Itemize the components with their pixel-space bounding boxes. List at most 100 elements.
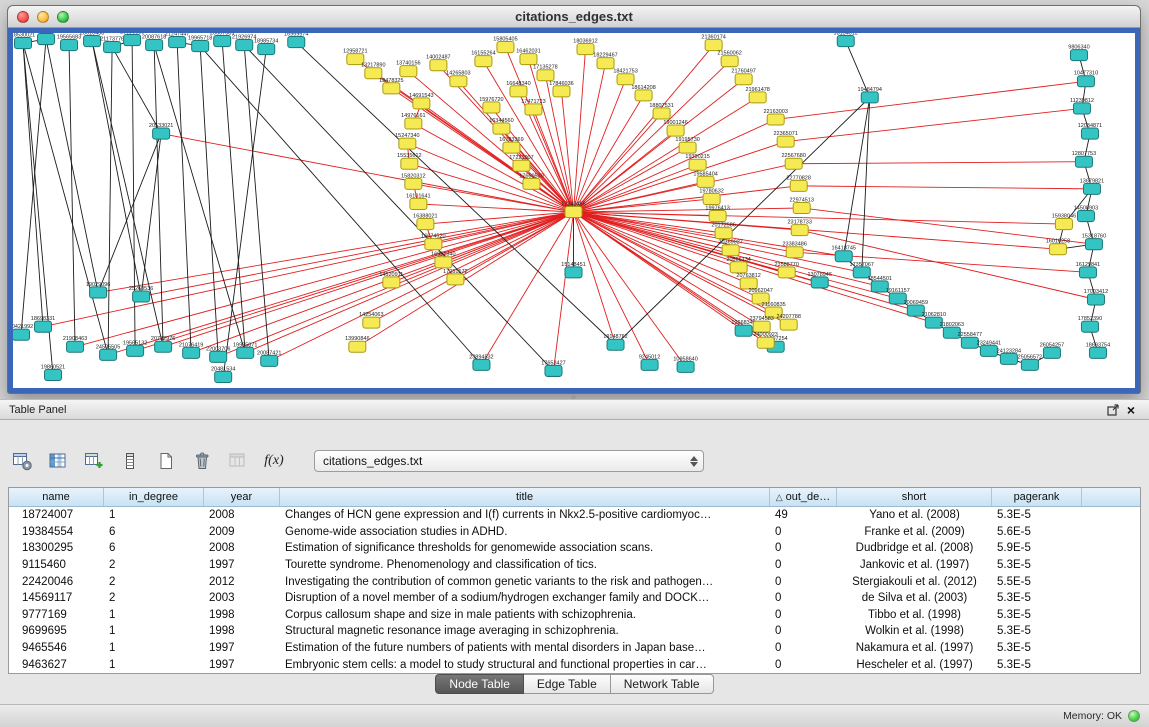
graph-node[interactable]: 21760497 (731, 69, 755, 85)
graph-node[interactable]: 17221007 (509, 155, 533, 171)
network-canvas[interactable]: 1853002120736925195656832061043821173776… (13, 33, 1135, 388)
graph-node[interactable]: 24207788 (776, 314, 800, 330)
graph-node[interactable]: 11239812 (1070, 98, 1094, 114)
graph-node[interactable]: 20087618 (142, 35, 166, 51)
graph-node[interactable]: 19780632 (699, 188, 723, 204)
graph-node[interactable]: 20369027 (718, 240, 742, 256)
window-titlebar[interactable]: citations_edges.txt (8, 6, 1140, 28)
graph-node[interactable]: 16388021 (413, 214, 437, 230)
graph-node[interactable]: 21076419 (179, 342, 203, 358)
graph-node[interactable]: 13078946 (808, 272, 832, 288)
graph-node[interactable]: 18985734 (254, 39, 278, 55)
delete-button[interactable] (190, 450, 214, 472)
graph-node[interactable]: 16344560 (489, 118, 513, 134)
graph-node[interactable]: 26054257 (1040, 342, 1064, 358)
graph-node[interactable]: 15820312 (401, 173, 425, 189)
table-selector-combo[interactable]: citations_edges.txt (314, 450, 704, 472)
graph-node[interactable]: 25260536 (129, 286, 153, 302)
graph-node[interactable]: 9806340 (1068, 45, 1089, 61)
graph-node[interactable]: 19148762 (603, 334, 627, 350)
column-header-year[interactable]: year (204, 488, 280, 506)
graph-node[interactable]: 24000923 (753, 332, 777, 348)
graph-node[interactable]: 16016258 (1046, 239, 1070, 255)
table-row[interactable]: 1830029562008Estimation of significance … (9, 540, 1140, 557)
graph-node[interactable]: 21173776 (100, 37, 124, 53)
graph-node[interactable]: 23383486 (782, 242, 806, 258)
graph-node[interactable]: 20566134 (726, 257, 750, 273)
graph-node[interactable]: 21908463 (63, 336, 87, 352)
graph-node[interactable]: 19484794 (858, 87, 882, 103)
close-panel-button[interactable]: × (1122, 402, 1140, 418)
graph-node[interactable]: 15805405 (493, 37, 517, 53)
graph-node[interactable]: 20732976 (151, 336, 175, 352)
table-row[interactable]: 1872400712008Changes of HCN gene express… (9, 507, 1140, 524)
graph-node[interactable]: 16959574 (284, 33, 308, 48)
row-height-button[interactable] (118, 450, 142, 472)
graph-node[interactable]: 18421753 (613, 69, 637, 85)
column-header-name[interactable]: name (9, 488, 104, 506)
graph-node[interactable]: 19029096 (86, 282, 110, 298)
graph-node[interactable]: 17251572 (443, 269, 467, 285)
graph-node[interactable]: 16101641 (406, 193, 430, 209)
graph-node[interactable]: 15247340 (395, 133, 419, 149)
new-column-button[interactable] (82, 450, 106, 472)
graph-node[interactable]: 19390215 (685, 154, 709, 170)
graph-node[interactable]: 14976161 (401, 113, 425, 129)
zoom-button[interactable] (57, 11, 69, 23)
graph-node[interactable]: 23588770 (774, 262, 798, 278)
graph-node[interactable]: 17135278 (533, 65, 557, 81)
graph-node[interactable]: 18693754 (1086, 342, 1110, 358)
graph-node[interactable]: 23794583 (749, 316, 773, 332)
graph-node[interactable]: 17846036 (549, 81, 573, 97)
table-row[interactable]: 946554611997Estimation of the future num… (9, 640, 1140, 657)
graph-node[interactable]: 19965871 (233, 342, 257, 358)
graph-node[interactable]: 13478325 (379, 78, 403, 94)
graph-node[interactable]: 22365071 (773, 131, 797, 147)
graph-node[interactable]: 25056572 (1018, 354, 1042, 370)
graph-node[interactable]: 13679821 (1080, 178, 1104, 194)
graph-node[interactable]: 16462031 (516, 49, 540, 65)
graph-node[interactable]: 19860521 (41, 364, 65, 380)
graph-node[interactable]: 16783369 (499, 137, 523, 153)
close-button[interactable] (17, 11, 29, 23)
graph-node[interactable]: 23178733 (787, 220, 811, 236)
graph-node[interactable]: 22974513 (789, 197, 813, 213)
table-row[interactable]: 911546021997Tourette syndrome. Phenomeno… (9, 557, 1140, 574)
graph-node[interactable]: 19565683 (57, 35, 81, 51)
graph-node[interactable]: 22567680 (781, 153, 805, 169)
tab-edge-table[interactable]: Edge Table (524, 674, 611, 694)
column-header-out_de[interactable]: △out_de… (770, 488, 837, 506)
graph-node[interactable]: 16129841 (1076, 262, 1100, 278)
graph-node[interactable]: 14508903 (1074, 205, 1098, 221)
graph-node[interactable]: 17852390 (1078, 316, 1102, 332)
graph-node[interactable]: 18807531 (649, 103, 673, 119)
show-columns-button[interactable] (46, 450, 70, 472)
graph-node[interactable]: 19585404 (693, 171, 717, 187)
graph-node[interactable]: 20736925 (34, 33, 58, 45)
graph-node[interactable]: 20667089 (210, 33, 234, 47)
graph-node[interactable]: 15938046 (1052, 214, 1076, 230)
graph-node[interactable]: 17471723 (521, 99, 545, 115)
graph-node[interactable]: 15148451 (561, 262, 585, 278)
graph-node[interactable]: 14002487 (426, 55, 450, 71)
table-row[interactable]: 969969511998Structural magnetic resonanc… (9, 623, 1140, 640)
graph-node[interactable]: 15535612 (397, 153, 421, 169)
graph-node[interactable]: 19001246 (663, 120, 687, 136)
graph-node[interactable]: 13740156 (396, 61, 420, 77)
graph-node[interactable]: 21360174 (701, 35, 725, 51)
table-row[interactable]: 946362711997Embryonic stem cells: a mode… (9, 656, 1140, 673)
graph-node[interactable]: 20763812 (736, 273, 760, 289)
graph-node[interactable]: 16674520 (421, 234, 445, 250)
graph-node[interactable]: 21926974 (232, 35, 256, 51)
import-table-button[interactable] (226, 450, 250, 472)
graph-node[interactable]: 16648340 (506, 81, 530, 97)
graph-node[interactable]: 19565132 (123, 340, 147, 356)
table-row[interactable]: 1938455462009Genome-wide association stu… (9, 524, 1140, 541)
graph-node[interactable]: 9245012 (639, 354, 660, 370)
graph-node[interactable]: 20087421 (257, 350, 281, 366)
graph-node[interactable]: 10958640 (673, 356, 697, 372)
graph-node[interactable]: 20172586 (711, 223, 735, 239)
graph-node[interactable]: 12668349 (731, 320, 755, 336)
graph-node[interactable]: 15976720 (479, 97, 503, 113)
graph-node[interactable]: 20481534 (211, 366, 235, 382)
